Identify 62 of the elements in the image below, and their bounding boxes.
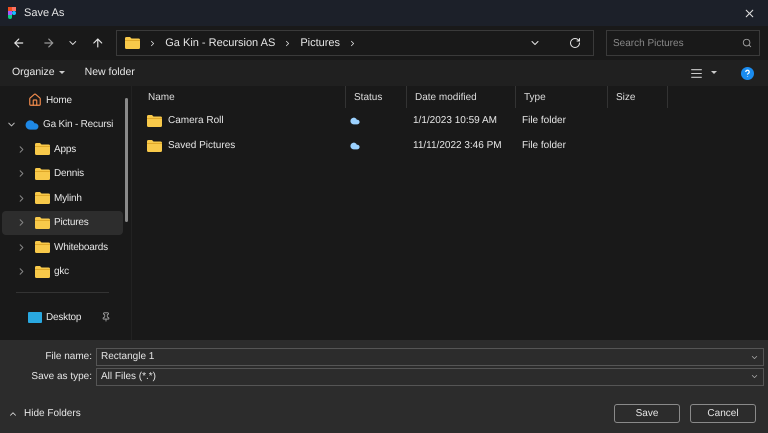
sidebar-item[interactable]: Desktop — [2, 305, 123, 330]
save-button[interactable]: Save — [614, 404, 680, 423]
window-title: Save As — [24, 6, 64, 21]
sidebar-item[interactable]: Ga Kin - Recursi — [2, 112, 123, 137]
file-name-label: File name: — [44, 350, 92, 364]
folder-icon — [35, 241, 50, 254]
date-modified: 11/11/2022 3:46 PM — [413, 140, 502, 151]
folder-icon — [35, 168, 50, 180]
breadcrumb[interactable]: Pictures — [300, 34, 340, 52]
desktop-icon — [28, 312, 42, 323]
address-bar[interactable]: Ga Kin - Recursion AS Pictures — [116, 30, 594, 56]
help-icon[interactable] — [741, 66, 754, 80]
caret-icon — [58, 71, 65, 75]
new-folder-button[interactable]: New folder — [84, 65, 135, 81]
view-icon[interactable] — [690, 66, 703, 80]
folder-icon — [35, 192, 50, 204]
cloud-icon — [25, 118, 39, 132]
search-icon — [742, 38, 752, 48]
dropdown-icon[interactable] — [750, 372, 759, 381]
sidebar-item[interactable]: Pictures — [2, 210, 123, 235]
file-type: File folder — [522, 115, 566, 126]
home-icon — [28, 93, 42, 108]
forward-icon[interactable] — [42, 36, 56, 50]
sidebar-item[interactable]: Apps — [2, 137, 123, 162]
date-modified: 1/1/2023 10:59 AM — [413, 115, 497, 126]
breadcrumb[interactable]: Ga Kin - Recursion AS — [165, 34, 276, 52]
sidebar-item[interactable]: Dennis — [2, 162, 123, 186]
up-icon[interactable] — [90, 36, 104, 50]
column-header[interactable]: Type — [524, 90, 546, 104]
save-type-label: Save as type: — [30, 370, 92, 384]
sidebar-item[interactable]: Mylinh — [2, 186, 123, 210]
cancel-button[interactable]: Cancel — [690, 404, 756, 423]
pin-icon — [101, 312, 111, 322]
column-header[interactable]: Size — [616, 90, 636, 104]
file-type: File folder — [522, 140, 566, 151]
organize-button[interactable]: Organize — [12, 65, 65, 81]
column-header[interactable]: Name — [148, 90, 175, 104]
cloud-icon — [350, 140, 360, 150]
scrollbar-thumb[interactable] — [125, 98, 128, 222]
file-name[interactable]: Camera Roll — [168, 113, 224, 128]
caret-icon[interactable] — [711, 71, 717, 75]
folder-icon — [147, 140, 162, 152]
column-header[interactable]: Status — [354, 90, 382, 104]
folder-icon — [147, 114, 162, 126]
folder-icon — [35, 216, 50, 229]
folder-icon — [125, 37, 140, 49]
search-field[interactable]: Search Pictures — [606, 30, 760, 56]
refresh-icon[interactable] — [568, 37, 581, 49]
app-logo-icon — [8, 7, 16, 19]
save-type-select[interactable]: All Files (*.*) — [96, 368, 764, 386]
folder-icon — [35, 266, 50, 278]
sidebar-item[interactable]: Home — [2, 88, 123, 112]
cloud-icon — [350, 116, 360, 126]
folder-icon — [35, 143, 50, 156]
close-icon[interactable] — [743, 6, 756, 20]
sidebar-item[interactable]: Whiteboards — [2, 235, 123, 260]
column-header[interactable]: Date modified — [415, 90, 477, 104]
file-name[interactable]: Saved Pictures — [168, 138, 236, 153]
sidebar-item[interactable]: gkc — [2, 260, 123, 284]
back-icon[interactable] — [12, 36, 26, 50]
hide-folders-button[interactable]: Hide Folders — [8, 406, 81, 421]
file-name-field[interactable]: Rectangle 1 — [96, 348, 764, 366]
